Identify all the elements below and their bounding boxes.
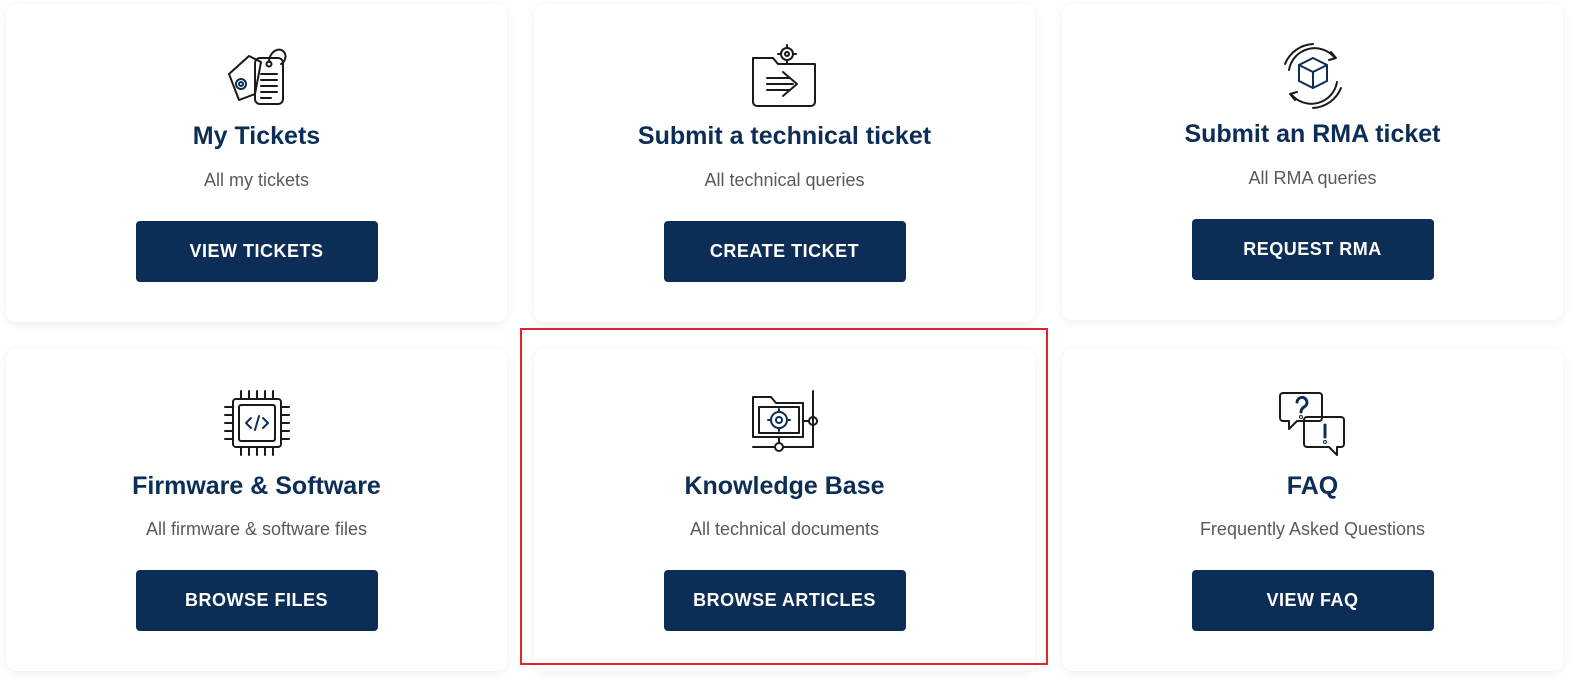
card-title: Knowledge Base bbox=[684, 472, 885, 500]
view-faq-button[interactable]: VIEW FAQ bbox=[1191, 570, 1434, 631]
card-subtitle: Frequently Asked Questions bbox=[1199, 519, 1426, 539]
card-title: My Tickets bbox=[192, 122, 321, 150]
ticket-tags-icon bbox=[221, 42, 293, 114]
card-subtitle: All technical queries bbox=[704, 170, 865, 190]
create-ticket-button[interactable]: CREATE TICKET bbox=[663, 221, 906, 282]
browse-articles-button[interactable]: BROWSE ARTICLES bbox=[663, 570, 906, 631]
card-faq: FAQ Frequently Asked Questions VIEW FAQ bbox=[1062, 349, 1563, 671]
card-title: Firmware & Software bbox=[132, 472, 381, 500]
card-knowledge-base: Knowledge Base All technical documents B… bbox=[534, 349, 1035, 671]
box-return-icon bbox=[1277, 40, 1349, 112]
card-firmware-software: Firmware & Software All firmware & softw… bbox=[6, 349, 507, 671]
card-subtitle: All RMA queries bbox=[1248, 168, 1377, 188]
question-exclamation-bubbles-icon bbox=[1277, 387, 1349, 459]
folder-send-gear-icon bbox=[749, 42, 821, 114]
chip-code-icon bbox=[221, 387, 293, 459]
card-subtitle: All technical documents bbox=[689, 519, 880, 539]
card-title: Submit an RMA ticket bbox=[1184, 120, 1441, 148]
request-rma-button[interactable]: REQUEST RMA bbox=[1191, 219, 1434, 280]
card-subtitle: All firmware & software files bbox=[145, 519, 368, 539]
folder-network-gear-icon bbox=[749, 387, 821, 459]
card-submit-technical-ticket: Submit a technical ticket All technical … bbox=[534, 4, 1035, 322]
view-tickets-button[interactable]: VIEW TICKETS bbox=[135, 221, 378, 282]
card-submit-rma-ticket: Submit an RMA ticket All RMA queries REQ… bbox=[1062, 4, 1563, 320]
browse-files-button[interactable]: BROWSE FILES bbox=[135, 570, 378, 631]
card-subtitle: All my tickets bbox=[203, 170, 309, 190]
card-title: Submit a technical ticket bbox=[637, 122, 932, 150]
card-my-tickets: My Tickets All my tickets VIEW TICKETS bbox=[6, 4, 507, 322]
card-title: FAQ bbox=[1286, 472, 1339, 500]
